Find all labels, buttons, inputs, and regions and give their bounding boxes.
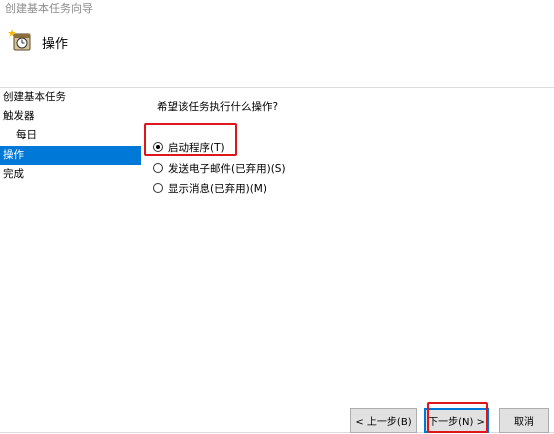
option-send-email[interactable]: 发送电子邮件(已弃用)(S) [153, 160, 286, 176]
option-start-program[interactable]: 启动程序(T) [153, 139, 225, 155]
step-daily[interactable]: 每日 [0, 126, 141, 145]
page-title: 操作 [42, 37, 69, 52]
window-title: 创建基本任务向导 [5, 2, 93, 15]
step-create-basic-task[interactable]: 创建基本任务 [0, 88, 141, 107]
wizard-header: 操作 [0, 20, 554, 68]
cancel-button[interactable]: 取消 [499, 408, 549, 433]
wizard-window: 创建基本任务向导 操作 创建基本任务 触发器 每日 操作 完成 希望该任务执行什… [0, 0, 554, 434]
next-button[interactable]: 下一步(N) > [424, 408, 489, 433]
wizard-steps: 创建基本任务 触发器 每日 操作 完成 [0, 88, 141, 388]
step-trigger[interactable]: 触发器 [0, 107, 141, 126]
radio-start-program[interactable] [153, 142, 163, 152]
option-show-message[interactable]: 显示消息(已弃用)(M) [153, 180, 267, 196]
radio-send-email[interactable] [153, 163, 163, 173]
option-start-program-label: 启动程序(T) [168, 141, 225, 154]
task-scheduler-icon [8, 28, 31, 51]
option-send-email-label: 发送电子邮件(已弃用)(S) [168, 162, 286, 175]
back-button[interactable]: < 上一步(B) [350, 408, 417, 433]
step-finish[interactable]: 完成 [0, 165, 141, 184]
option-show-message-label: 显示消息(已弃用)(M) [168, 182, 267, 195]
step-action[interactable]: 操作 [0, 146, 141, 165]
action-question: 希望该任务执行什么操作? [157, 101, 279, 113]
radio-show-message[interactable] [153, 183, 163, 193]
